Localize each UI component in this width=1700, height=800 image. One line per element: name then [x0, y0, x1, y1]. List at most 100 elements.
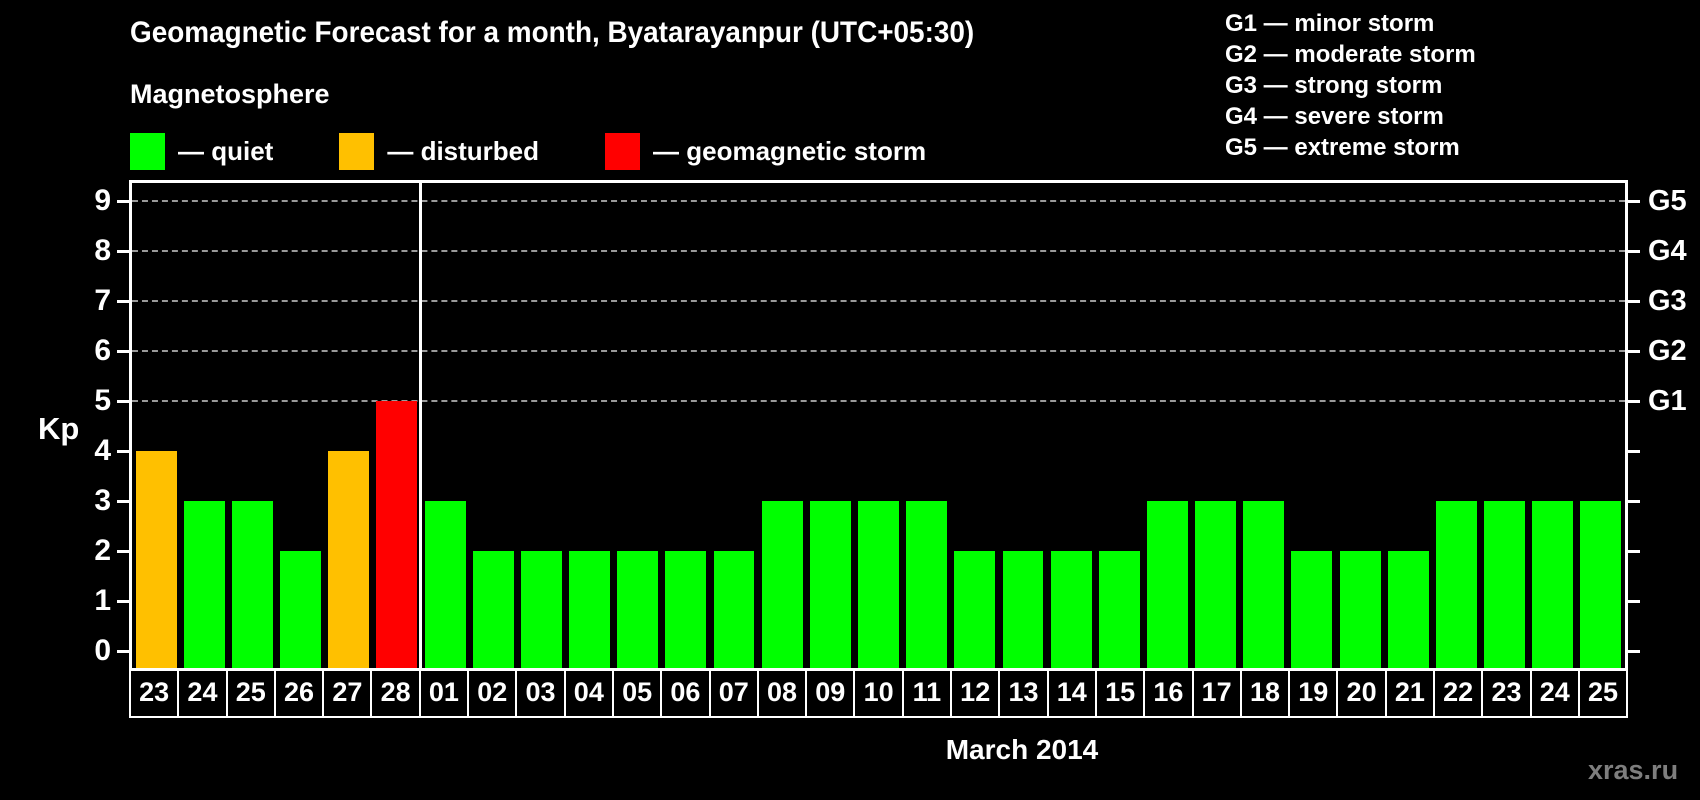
kp-bar-day-07 [713, 551, 755, 668]
x-tick-label-26-feb: 26 [276, 670, 325, 716]
kp-bar-day-24 [1532, 501, 1574, 668]
x-axis-month-label: March 2014 [945, 734, 1099, 765]
kp-bar-day-21 [1387, 551, 1429, 668]
y-axis-label: Kp [38, 411, 80, 446]
kp-bar-day-11 [906, 501, 948, 668]
g-tick-8 [1628, 250, 1640, 253]
kp-bar-day-28 [376, 401, 418, 668]
right-axis-label-G2: G2 [1648, 335, 1687, 367]
y-tick-label-6: 6 [94, 334, 111, 367]
g-tick-5 [1628, 400, 1640, 403]
y-tick-8 [117, 250, 129, 253]
x-tick-label-12-mar: 12 [952, 670, 1001, 716]
y-tick-7 [117, 300, 129, 303]
x-tick-label-25-feb: 25 [228, 670, 276, 716]
g-tick-9 [1628, 200, 1640, 203]
y-tick-label-0: 0 [94, 634, 111, 667]
x-tick-label-23-mar: 23 [1483, 670, 1532, 716]
kp-bar-day-20 [1339, 551, 1381, 668]
legend-item-quiet: — quiet [130, 132, 273, 170]
y-tick-1 [117, 600, 129, 603]
gridline-kp-5 [132, 400, 1625, 402]
kp-bar-day-24 [183, 501, 225, 668]
kp-bar-day-25 [1580, 501, 1622, 668]
g-tick-0 [1628, 650, 1640, 653]
kp-bar-day-01 [424, 501, 466, 668]
y-tick-label-8: 8 [94, 234, 111, 267]
right-axis-label-G1: G1 [1648, 385, 1687, 417]
right-axis-label-G4: G4 [1648, 235, 1687, 267]
magnetosphere-legend-heading: Magnetosphere [130, 79, 330, 109]
kp-bar-day-12 [954, 551, 996, 668]
kp-bar-day-22 [1435, 501, 1477, 668]
gridline-kp-9 [132, 200, 1625, 202]
y-tick-5 [117, 400, 129, 403]
kp-bar-day-16 [1146, 501, 1188, 668]
kp-bar-day-10 [858, 501, 899, 668]
kp-bar-day-17 [1195, 501, 1237, 668]
legend-swatch-quiet [130, 132, 165, 170]
kp-bar-day-05 [617, 551, 659, 668]
x-tick-label-20-mar: 20 [1338, 670, 1387, 716]
kp-bar-day-09 [809, 501, 851, 668]
watermark: xras.ru [1588, 755, 1679, 785]
x-tick-label-13-mar: 13 [1000, 670, 1049, 716]
x-tick-label-02-mar: 02 [469, 670, 518, 716]
x-tick-label-03-mar: 03 [517, 670, 566, 716]
g-tick-7 [1628, 300, 1640, 303]
right-axis-label-G3: G3 [1648, 285, 1687, 317]
right-axis-label-G5: G5 [1648, 185, 1687, 217]
kp-bar-day-04 [569, 551, 610, 668]
legend-label-storm: — geomagnetic storm [653, 135, 927, 166]
x-tick-label-17-mar: 17 [1194, 670, 1242, 716]
month-separator-line [419, 183, 423, 668]
kp-bar-day-19 [1291, 551, 1333, 668]
x-tick-label-09-mar: 09 [807, 670, 856, 716]
legend-item-disturbed: — disturbed [339, 132, 540, 170]
x-tick-label-23-feb: 23 [131, 670, 180, 716]
kp-bar-day-03 [520, 551, 562, 668]
plot-area [129, 180, 1628, 671]
g-scale-item-g3: G3 — strong storm [1225, 72, 1443, 99]
y-tick-6 [117, 350, 129, 353]
x-axis-day-labels: 23 24 25 26 27 28 01 02 03 04 05 06 07 08 09 10 11 12 13 14… [129, 668, 1628, 718]
legend-swatch-storm [605, 132, 641, 170]
g-scale-item-g4: G4 — severe storm [1225, 103, 1444, 130]
x-tick-label-21-mar: 21 [1387, 670, 1436, 716]
g-tick-1 [1628, 600, 1640, 603]
kp-bar-day-26 [280, 551, 322, 668]
x-tick-label-15-mar: 15 [1097, 670, 1146, 716]
g-tick-4 [1628, 450, 1640, 453]
x-tick-label-06-mar: 06 [662, 670, 711, 716]
legend-swatch-disturbed [339, 132, 375, 170]
x-tick-label-25-mar: 25 [1588, 677, 1619, 707]
x-tick-label-08-mar: 08 [759, 670, 808, 716]
g-scale-item-g1: G1 — minor storm [1225, 10, 1435, 37]
kp-bar-day-18 [1243, 501, 1285, 668]
kp-bar-day-27 [328, 451, 370, 668]
g-tick-3 [1628, 500, 1640, 503]
g-tick-2 [1628, 550, 1640, 553]
kp-bar-day-25 [231, 501, 273, 668]
x-tick-label-01-mar: 01 [421, 670, 470, 716]
x-tick-label-28-feb: 28 [372, 670, 421, 716]
x-tick-label-10-mar: 10 [855, 670, 904, 716]
kp-bar-day-23 [1484, 501, 1526, 668]
x-tick-label-24-mar: 24 [1532, 670, 1580, 716]
y-tick-label-7: 7 [94, 284, 111, 317]
g-tick-6 [1628, 350, 1640, 353]
kp-bar-day-23 [135, 451, 177, 668]
g-scale-item-g2: G2 — moderate storm [1225, 41, 1476, 68]
y-tick-0 [117, 650, 129, 653]
gridline-kp-6 [132, 350, 1625, 352]
x-tick-label-11-mar: 11 [904, 670, 953, 716]
y-tick-label-1: 1 [94, 584, 111, 617]
legend-item-storm: — geomagnetic storm [605, 132, 927, 170]
geomagnetic-forecast-page: Geomagnetic Forecast for a month, Byatar… [0, 0, 1700, 800]
legend-label-disturbed: — disturbed [387, 135, 540, 166]
x-tick-label-05-mar: 05 [614, 670, 663, 716]
kp-bar-day-08 [761, 501, 803, 668]
x-tick-label-18-mar: 18 [1242, 670, 1291, 716]
kp-bar-day-13 [1002, 551, 1044, 668]
x-tick-label-19-mar: 19 [1290, 670, 1339, 716]
